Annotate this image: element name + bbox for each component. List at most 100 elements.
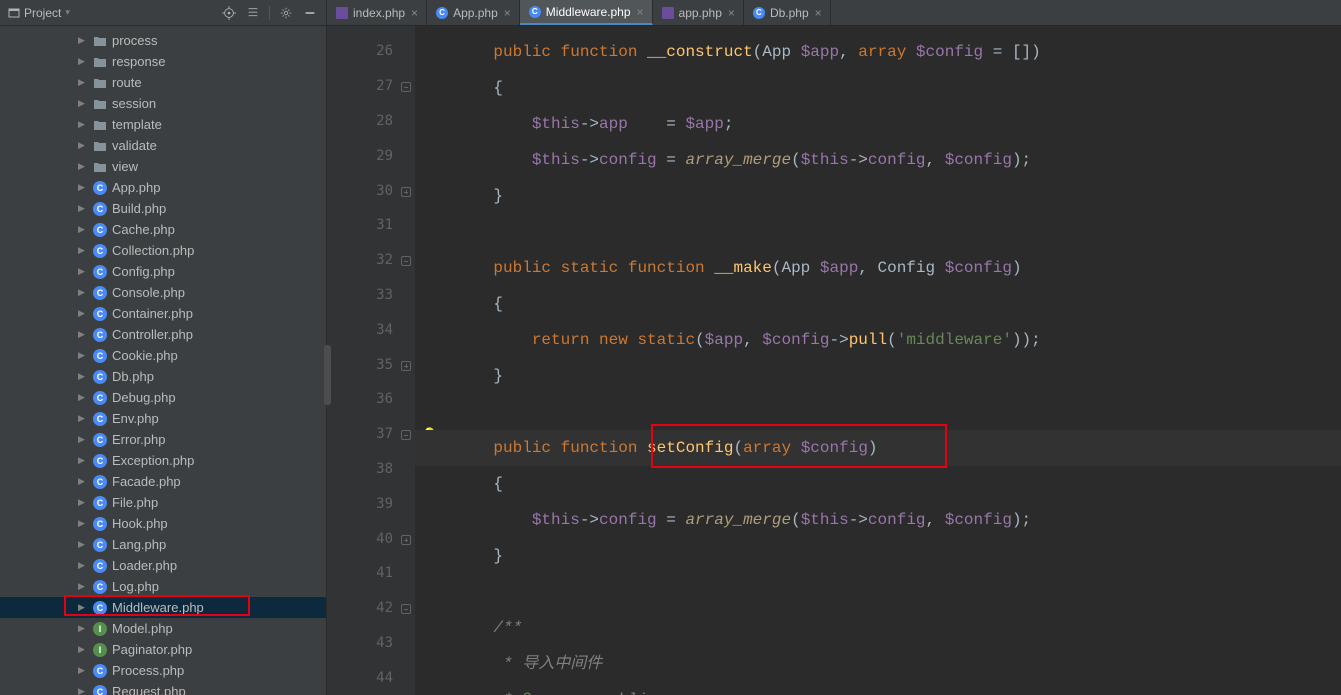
code-line[interactable]: } xyxy=(415,178,1341,214)
tree-item-controller-php[interactable]: ▶CController.php xyxy=(0,324,326,345)
expand-arrow-icon[interactable]: ▶ xyxy=(78,476,88,487)
expand-arrow-icon[interactable]: ▶ xyxy=(78,203,88,214)
tree-item-hook-php[interactable]: ▶CHook.php xyxy=(0,513,326,534)
expand-arrow-icon[interactable]: ▶ xyxy=(78,581,88,592)
code-line[interactable]: return new static($app, $config->pull('m… xyxy=(415,322,1341,358)
gutter-line[interactable]: 36 xyxy=(327,382,415,417)
fold-open-icon[interactable] xyxy=(399,254,411,266)
code-line[interactable]: { xyxy=(415,70,1341,106)
gutter-line[interactable]: 28 xyxy=(327,104,415,139)
code-line[interactable] xyxy=(415,214,1341,250)
expand-arrow-icon[interactable]: ▶ xyxy=(78,623,88,634)
tree-item-facade-php[interactable]: ▶CFacade.php xyxy=(0,471,326,492)
expand-arrow-icon[interactable]: ▶ xyxy=(78,119,88,130)
expand-arrow-icon[interactable]: ▶ xyxy=(78,518,88,529)
gutter-line[interactable]: 29 xyxy=(327,138,415,173)
tree-item-loader-php[interactable]: ▶CLoader.php xyxy=(0,555,326,576)
expand-arrow-icon[interactable]: ▶ xyxy=(78,539,88,550)
tree-item-config-php[interactable]: ▶CConfig.php xyxy=(0,261,326,282)
code-line[interactable]: $this->config = array_merge($this->confi… xyxy=(415,502,1341,538)
code-line[interactable]: $this->config = array_merge($this->confi… xyxy=(415,142,1341,178)
expand-arrow-icon[interactable]: ▶ xyxy=(78,266,88,277)
expand-arrow-icon[interactable]: ▶ xyxy=(78,35,88,46)
expand-arrow-icon[interactable]: ▶ xyxy=(78,560,88,571)
gutter-line[interactable]: 40 xyxy=(327,521,415,556)
code-line[interactable]: * @access public xyxy=(415,682,1341,695)
tree-item-validate[interactable]: ▶validate xyxy=(0,135,326,156)
close-icon[interactable]: × xyxy=(504,6,511,20)
tree-item-model-php[interactable]: ▶IModel.php xyxy=(0,618,326,639)
tab-app-php[interactable]: app.php× xyxy=(653,0,744,25)
tree-item-env-php[interactable]: ▶CEnv.php xyxy=(0,408,326,429)
gutter-line[interactable]: 31 xyxy=(327,208,415,243)
locate-icon[interactable] xyxy=(221,5,237,21)
tab-db-php[interactable]: CDb.php× xyxy=(744,0,831,25)
tree-item-process-php[interactable]: ▶CProcess.php xyxy=(0,660,326,681)
code-line[interactable]: public function __construct(App $app, ar… xyxy=(415,34,1341,70)
expand-arrow-icon[interactable]: ▶ xyxy=(78,350,88,361)
tree-item-template[interactable]: ▶template xyxy=(0,114,326,135)
code-line[interactable]: /** xyxy=(415,610,1341,646)
tree-item-exception-php[interactable]: ▶CException.php xyxy=(0,450,326,471)
code[interactable]: public function __construct(App $app, ar… xyxy=(415,26,1341,695)
fold-open-icon[interactable] xyxy=(399,428,411,440)
gutter-line[interactable]: 42 xyxy=(327,591,415,626)
fold-close-icon[interactable] xyxy=(399,533,411,545)
expand-arrow-icon[interactable]: ▶ xyxy=(78,371,88,382)
gutter-line[interactable]: 43 xyxy=(327,626,415,661)
gutter-line[interactable]: 26 xyxy=(327,34,415,69)
fold-open-icon[interactable] xyxy=(399,80,411,92)
expand-arrow-icon[interactable]: ▶ xyxy=(78,77,88,88)
expand-arrow-icon[interactable]: ▶ xyxy=(78,245,88,256)
expand-arrow-icon[interactable]: ▶ xyxy=(78,434,88,445)
expand-arrow-icon[interactable]: ▶ xyxy=(78,224,88,235)
code-line[interactable]: public static function __make(App $app, … xyxy=(415,250,1341,286)
tree-scrollbar-thumb[interactable] xyxy=(324,345,331,405)
collapse-icon[interactable] xyxy=(245,5,261,21)
tree-item-middleware-php[interactable]: ▶CMiddleware.php xyxy=(0,597,326,618)
close-icon[interactable]: × xyxy=(411,6,418,20)
close-icon[interactable]: × xyxy=(728,6,735,20)
tree-item-error-php[interactable]: ▶CError.php xyxy=(0,429,326,450)
tree-item-process[interactable]: ▶process xyxy=(0,30,326,51)
code-line[interactable] xyxy=(415,574,1341,610)
gutter-line[interactable]: 27 xyxy=(327,69,415,104)
code-line[interactable]: } xyxy=(415,538,1341,574)
close-icon[interactable]: × xyxy=(637,5,644,19)
gutter-line[interactable]: 33 xyxy=(327,278,415,313)
gutter-line[interactable]: 38 xyxy=(327,452,415,487)
tree-item-debug-php[interactable]: ▶CDebug.php xyxy=(0,387,326,408)
expand-arrow-icon[interactable]: ▶ xyxy=(78,665,88,676)
code-line[interactable]: { xyxy=(415,286,1341,322)
gutter-line[interactable]: 34 xyxy=(327,312,415,347)
expand-arrow-icon[interactable]: ▶ xyxy=(78,287,88,298)
expand-arrow-icon[interactable]: ▶ xyxy=(78,182,88,193)
fold-open-icon[interactable] xyxy=(399,602,411,614)
expand-arrow-icon[interactable]: ▶ xyxy=(78,140,88,151)
expand-arrow-icon[interactable]: ▶ xyxy=(78,329,88,340)
expand-arrow-icon[interactable]: ▶ xyxy=(78,392,88,403)
tree-item-collection-php[interactable]: ▶CCollection.php xyxy=(0,240,326,261)
tree-item-console-php[interactable]: ▶CConsole.php xyxy=(0,282,326,303)
tree-item-cache-php[interactable]: ▶CCache.php xyxy=(0,219,326,240)
tree-item-session[interactable]: ▶session xyxy=(0,93,326,114)
tab-middleware-php[interactable]: CMiddleware.php× xyxy=(520,0,653,25)
gutter-line[interactable]: 35 xyxy=(327,347,415,382)
code-line[interactable]: public function setConfig(array $config) xyxy=(415,430,1341,466)
tree-item-container-php[interactable]: ▶CContainer.php xyxy=(0,303,326,324)
tree-item-cookie-php[interactable]: ▶CCookie.php xyxy=(0,345,326,366)
gutter-line[interactable]: 44 xyxy=(327,660,415,695)
code-line[interactable]: { xyxy=(415,466,1341,502)
tab-app-php[interactable]: CApp.php× xyxy=(427,0,520,25)
gutter-line[interactable]: 30 xyxy=(327,173,415,208)
expand-arrow-icon[interactable]: ▶ xyxy=(78,308,88,319)
tree-item-view[interactable]: ▶view xyxy=(0,156,326,177)
tab-index-php[interactable]: index.php× xyxy=(327,0,427,25)
tree-item-response[interactable]: ▶response xyxy=(0,51,326,72)
code-line[interactable]: } xyxy=(415,358,1341,394)
gutter-line[interactable]: 32 xyxy=(327,243,415,278)
tree-item-lang-php[interactable]: ▶CLang.php xyxy=(0,534,326,555)
expand-arrow-icon[interactable]: ▶ xyxy=(78,644,88,655)
code-line[interactable] xyxy=(415,394,1341,430)
tree-item-build-php[interactable]: ▶CBuild.php xyxy=(0,198,326,219)
